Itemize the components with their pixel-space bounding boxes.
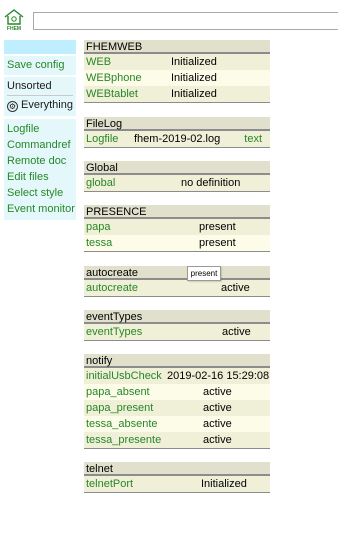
link-list: Logfile Commandref Remote doc Edit files… [4, 119, 76, 220]
everything-icon: ⚙ [7, 101, 18, 112]
device-name[interactable]: Logfile [86, 131, 134, 147]
room-autocreate: autocreate autocreate active [84, 266, 270, 297]
device-row: tessa_absente active [84, 416, 270, 432]
state-tooltip: present [187, 266, 221, 281]
device-state: present [199, 237, 236, 249]
device-name[interactable]: telnetPort [86, 476, 201, 492]
device-row: initialUsbCheck 2019-02-16 15:29:08 [84, 368, 270, 384]
device-row: papa_absent active [84, 384, 270, 400]
room-filelog: FileLog Logfile fhem-2019-02.log text [84, 117, 270, 148]
device-state: Initialized [171, 88, 217, 100]
device-name[interactable]: papa_present [86, 400, 203, 416]
device-row: tessa_presente active [84, 432, 270, 448]
room-everything-label: Everything [21, 99, 73, 111]
room-divider [84, 448, 270, 449]
device-overview: FHEMWEB WEB Initialized WEBphone Initial… [84, 40, 270, 502]
menu-divider [7, 95, 73, 96]
device-state: active [221, 282, 250, 294]
device-name[interactable]: WEBphone [86, 70, 171, 86]
device-name[interactable]: papa [86, 219, 199, 235]
device-row: autocreate active [84, 280, 270, 296]
device-name[interactable]: papa_absent [86, 384, 203, 400]
device-state: active [203, 386, 232, 398]
logfile-link[interactable]: Logfile [7, 121, 73, 137]
device-row: Logfile fhem-2019-02.log text [84, 131, 270, 147]
room-title: FileLog [84, 117, 270, 131]
room-title: PRESENCE [84, 205, 270, 219]
device-state: active [203, 434, 232, 446]
logo-label: FHEM [6, 26, 22, 32]
room-title: autocreate [84, 266, 270, 280]
house-icon [4, 9, 24, 25]
room-title: notify [84, 354, 270, 368]
device-name[interactable]: tessa_absente [86, 416, 203, 432]
device-row: telnetPort Initialized [84, 476, 270, 492]
save-config-link[interactable]: Save config [7, 57, 73, 73]
room-title: Global [84, 161, 270, 175]
device-name[interactable]: WEBtablet [86, 86, 171, 102]
room-title: telnet [84, 462, 270, 476]
device-state: 2019-02-16 15:29:08 [167, 370, 270, 382]
remote-doc-link[interactable]: Remote doc [7, 153, 73, 169]
device-state: Initialized [171, 72, 217, 84]
device-name[interactable]: eventTypes [86, 324, 222, 340]
device-name[interactable]: WEB [86, 54, 171, 70]
room-everything[interactable]: ⚙ Everything [7, 97, 73, 113]
room-global: Global global no definition [84, 161, 270, 192]
device-name[interactable]: initialUsbCheck [86, 368, 167, 384]
room-title: eventTypes [84, 310, 270, 324]
device-name[interactable]: global [86, 175, 181, 191]
room-divider [84, 102, 270, 103]
edit-files-link[interactable]: Edit files [7, 169, 73, 185]
device-name[interactable]: tessa [86, 235, 199, 251]
device-row: WEBtablet Initialized [84, 86, 270, 102]
room-notify: notify initialUsbCheck 2019-02-16 15:29:… [84, 354, 270, 449]
device-name[interactable]: autocreate [86, 280, 221, 296]
text-link[interactable]: text [244, 131, 270, 147]
event-monitor-link[interactable]: Event monitor [7, 201, 75, 217]
device-row: global no definition [84, 175, 270, 191]
device-row: eventTypes active [84, 324, 270, 340]
room-divider [84, 147, 270, 148]
room-telnet: telnet telnetPort Initialized [84, 462, 270, 493]
room-divider [84, 251, 270, 252]
device-state: fhem-2019-02.log [134, 133, 221, 145]
device-row: WEB Initialized [84, 54, 270, 70]
device-state: active [203, 418, 232, 430]
fhem-logo[interactable]: FHEM [3, 8, 25, 34]
room-divider [84, 492, 270, 493]
room-fhemweb: FHEMWEB WEB Initialized WEBphone Initial… [84, 40, 270, 103]
command-input[interactable] [33, 12, 338, 30]
side-menu: Save config Unsorted ⚙ Everything Logfile… [4, 40, 76, 220]
room-presence: PRESENCE papa present tessa present [84, 205, 270, 252]
device-state: active [203, 402, 232, 414]
save-block: Save config [4, 56, 76, 75]
menu-header [4, 40, 76, 54]
device-name[interactable]: tessa_presente [86, 432, 203, 448]
device-state: Initialized [201, 478, 247, 490]
device-row: tessa present [84, 235, 270, 251]
device-state: active [222, 326, 251, 338]
device-state: Initialized [171, 56, 217, 68]
device-state: present [199, 221, 236, 233]
room-divider [84, 296, 270, 297]
room-eventtypes: eventTypes eventTypes active [84, 310, 270, 341]
device-row: WEBphone Initialized [84, 70, 270, 86]
room-list: Unsorted ⚙ Everything [4, 77, 76, 116]
room-divider [84, 340, 270, 341]
room-title: FHEMWEB [84, 40, 270, 54]
room-divider [84, 191, 270, 192]
device-state: no definition [181, 177, 241, 189]
commandref-link[interactable]: Commandref [7, 137, 73, 153]
device-row: papa_present active [84, 400, 270, 416]
room-unsorted[interactable]: Unsorted [7, 78, 73, 94]
select-style-link[interactable]: Select style [7, 185, 73, 201]
device-row: papa present [84, 219, 270, 235]
